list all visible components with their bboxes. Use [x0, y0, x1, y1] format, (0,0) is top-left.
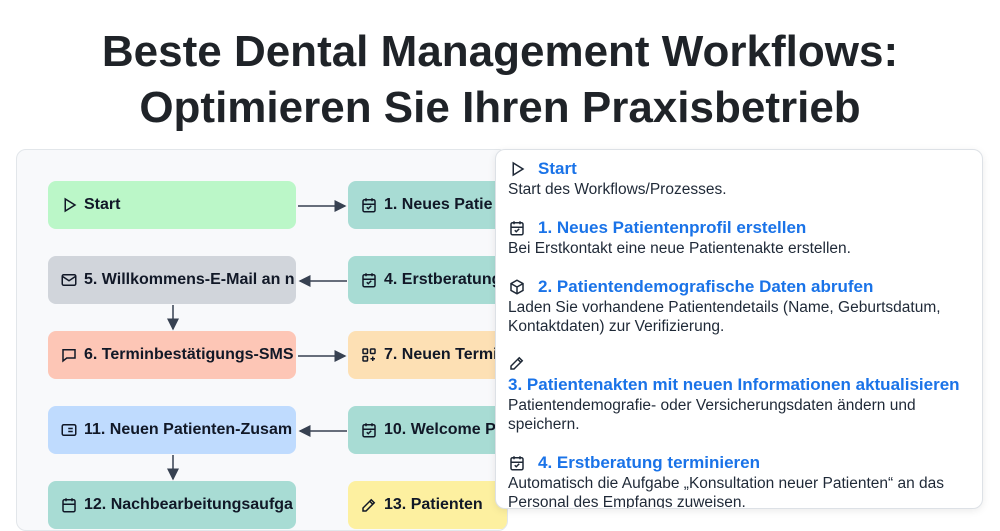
- detail-title[interactable]: 1. Neues Patientenprofil erstellen: [538, 217, 806, 239]
- detail-item-1: 1. Neues Patientenprofil erstellen Bei E…: [508, 217, 970, 258]
- edit-icon: [360, 496, 378, 514]
- detail-title[interactable]: 2. Patientendemografische Daten abrufen: [538, 276, 873, 298]
- node-label: 13. Patienten: [384, 496, 483, 513]
- calendar-check-icon: [360, 271, 378, 289]
- detail-description: Laden Sie vorhandene Patientendetails (N…: [508, 299, 941, 335]
- play-icon: [60, 196, 78, 214]
- node-label: 5. Willkommens-E-Mail an n: [84, 271, 295, 288]
- detail-title[interactable]: Start: [538, 158, 577, 180]
- detail-description: Bei Erstkontakt eine neue Patientenakte …: [508, 240, 851, 257]
- calendar-check-icon: [508, 454, 526, 472]
- node-label: 10. Welcome P: [384, 421, 496, 438]
- detail-description: Patientendemografie- oder Versicherungsd…: [508, 397, 916, 433]
- mail-icon: [60, 271, 78, 289]
- node-7[interactable]: 7. Neuen Termi: [348, 331, 507, 379]
- node-label: 11. Neuen Patienten-Zusam: [84, 421, 293, 438]
- calendar-check-icon: [508, 219, 526, 237]
- detail-title[interactable]: 4. Erstberatung terminieren: [538, 452, 760, 474]
- play-icon: [508, 160, 526, 178]
- id-card-icon: [60, 421, 78, 439]
- node-5[interactable]: 5. Willkommens-E-Mail an n: [48, 256, 296, 304]
- page-title: Beste Dental Management Workflows: Optim…: [0, 24, 1000, 136]
- cube-icon: [508, 278, 526, 296]
- details-panel[interactable]: Start Start des Workflows/Prozesses. 1. …: [495, 149, 983, 509]
- detail-description: Start des Workflows/Prozesses.: [508, 181, 727, 198]
- grid-plus-icon: [360, 346, 378, 364]
- detail-description: Automatisch die Aufgabe „Konsultation ne…: [508, 475, 945, 509]
- page-title-line-2: Optimieren Sie Ihren Praxisbetrieb: [139, 83, 861, 132]
- node-4[interactable]: 4. Erstberatung: [348, 256, 507, 304]
- message-sms-icon: [60, 346, 78, 364]
- node-1[interactable]: 1. Neues Patie: [348, 181, 507, 229]
- node-label: Start: [84, 196, 121, 213]
- edit-icon: [508, 354, 526, 372]
- detail-title[interactable]: 3. Patientenakten mit neuen Informatione…: [508, 375, 960, 394]
- node-label: 7. Neuen Termi: [384, 346, 498, 363]
- node-start[interactable]: Start: [48, 181, 296, 229]
- detail-item-start: Start Start des Workflows/Prozesses.: [508, 158, 970, 199]
- detail-item-4: 4. Erstberatung terminieren Automatisch …: [508, 452, 970, 509]
- node-label: 4. Erstberatung: [384, 271, 502, 288]
- detail-item-2: 2. Patientendemografische Daten abrufen …: [508, 276, 970, 336]
- node-label: 1. Neues Patie: [384, 196, 493, 213]
- workflow-canvas[interactable]: Start 1. Neues Patie 5. Willkommens-E-Ma…: [16, 149, 508, 531]
- calendar-check-icon: [360, 421, 378, 439]
- node-12[interactable]: 12. Nachbearbeitungsaufga: [48, 481, 296, 529]
- calendar-check-icon: [360, 196, 378, 214]
- node-label: 6. Terminbestätigungs-SMS: [84, 346, 294, 363]
- node-10[interactable]: 10. Welcome P: [348, 406, 507, 454]
- node-11[interactable]: 11. Neuen Patienten-Zusam: [48, 406, 296, 454]
- calendar-icon: [60, 496, 78, 514]
- node-label: 12. Nachbearbeitungsaufga: [84, 496, 293, 513]
- detail-item-3: 3. Patientenakten mit neuen Informatione…: [508, 354, 970, 434]
- page-title-line-1: Beste Dental Management Workflows:: [101, 27, 899, 76]
- node-13[interactable]: 13. Patienten: [348, 481, 507, 529]
- node-6[interactable]: 6. Terminbestätigungs-SMS: [48, 331, 296, 379]
